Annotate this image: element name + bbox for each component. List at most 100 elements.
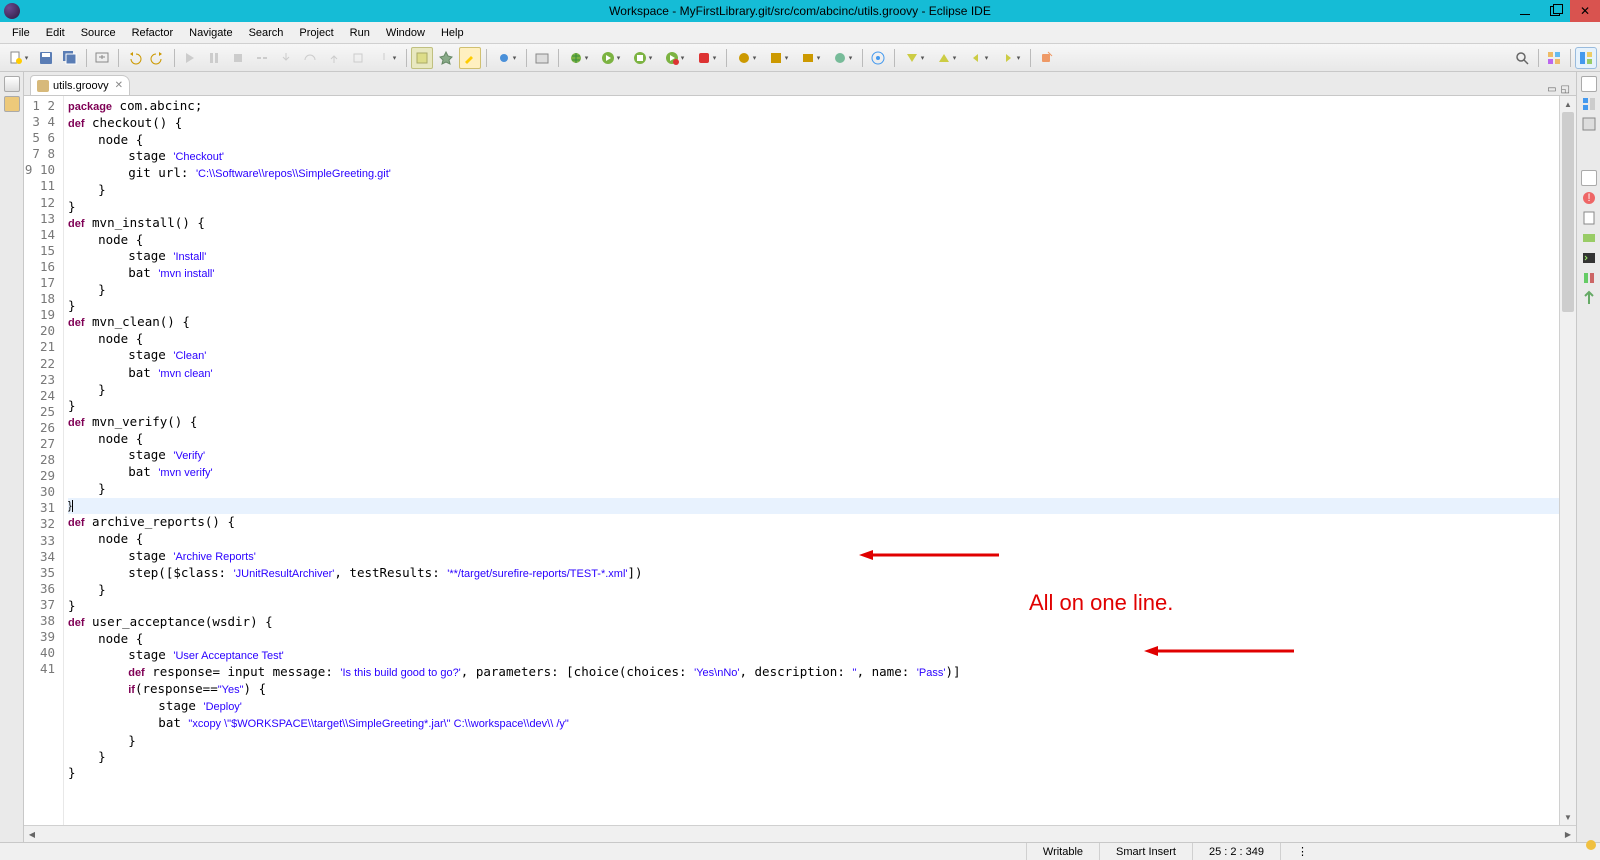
resume-icon[interactable] [179,47,201,69]
task-list-icon[interactable] [1581,116,1597,132]
undo-button[interactable] [123,47,145,69]
breakpoint-icon[interactable] [491,47,521,69]
coverage-view-icon[interactable] [1581,270,1597,286]
toolbar-separator [1027,47,1033,69]
new-java-button2[interactable] [763,47,793,69]
window-buttons [1510,0,1600,22]
nav-back-button[interactable] [963,47,993,69]
step-return-icon[interactable] [323,47,345,69]
menu-help[interactable]: Help [433,25,472,41]
save-all-button[interactable] [59,47,81,69]
minimize-button[interactable] [1510,0,1540,22]
eclipse-icon [4,3,20,19]
highlight-icon[interactable] [459,47,481,69]
toolbar-separator [171,47,177,69]
hscroll-track[interactable] [40,826,1560,842]
coverage-button[interactable] [627,47,657,69]
close-tab-icon[interactable]: ✕ [115,80,123,91]
toolbar-separator [403,47,409,69]
menu-file[interactable]: File [4,25,38,41]
step-filters-icon[interactable] [371,47,401,69]
scroll-left-arrow[interactable]: ◀ [24,830,40,839]
pause-icon[interactable] [203,47,225,69]
new-java-button1[interactable] [731,47,761,69]
editor-tab-label: utils.groovy [53,80,109,92]
step-into-icon[interactable] [275,47,297,69]
declaration-view-icon[interactable] [1581,230,1597,246]
restore-right-icon2[interactable] [1581,170,1597,186]
menu-refactor[interactable]: Refactor [124,25,182,41]
search-button-tb[interactable] [899,47,929,69]
menu-edit[interactable]: Edit [38,25,73,41]
code-content[interactable]: package com.abcinc; def checkout() { nod… [64,96,1559,825]
menu-run[interactable]: Run [342,25,378,41]
new-button[interactable] [3,47,33,69]
redo-button[interactable] [147,47,169,69]
status-cursor-position: 25 : 2 : 349 [1192,843,1280,860]
groovy-file-icon [37,80,49,92]
build-icon[interactable] [411,47,433,69]
outline-view-icon[interactable] [1581,96,1597,112]
menu-bar: File Edit Source Refactor Navigate Searc… [0,22,1600,44]
maximize-editor-icon[interactable]: ◱ [1561,84,1570,95]
right-trim: ! [1576,72,1600,842]
java-perspective-button[interactable] [1575,47,1597,69]
menu-search[interactable]: Search [241,25,292,41]
scroll-down-arrow[interactable]: ▼ [1560,809,1576,825]
run-button[interactable] [595,47,625,69]
toolbar-separator [723,47,729,69]
open-type-button[interactable] [867,47,889,69]
menu-navigate[interactable]: Navigate [181,25,240,41]
toolbar-separator [1567,47,1573,69]
code-editor[interactable]: 1 2 3 4 5 6 7 8 9 10 11 12 13 14 15 16 1… [24,96,1576,825]
switch-editor-button[interactable] [91,47,113,69]
title-bar: Workspace - MyFirstLibrary.git/src/com/a… [0,0,1600,22]
console-view-icon[interactable] [1581,250,1597,266]
scroll-up-arrow[interactable]: ▲ [1560,96,1576,112]
vertical-scrollbar[interactable]: ▲ ▼ [1559,96,1576,825]
toolbar-separator [859,47,865,69]
editor-area: utils.groovy ✕ ▭ ◱ 1 2 3 4 5 6 7 8 9 10 … [24,72,1576,842]
status-grip: ⋮ [1280,843,1320,860]
nav-fwd-button[interactable] [995,47,1025,69]
window-title: Workspace - MyFirstLibrary.git/src/com/a… [609,4,991,18]
new-java-button4[interactable] [827,47,857,69]
new-java-button3[interactable] [795,47,825,69]
open-perspective-button[interactable] [1543,47,1565,69]
overview-indicator-icon[interactable] [1586,840,1596,850]
horizontal-scrollbar[interactable]: ◀ ▶ [24,825,1576,842]
javadoc-view-icon[interactable] [1581,210,1597,226]
minimize-editor-icon[interactable]: ▭ [1547,84,1556,95]
toolbar-separator [115,47,121,69]
debug-button[interactable] [563,47,593,69]
disconnect-icon[interactable] [251,47,273,69]
menu-window[interactable]: Window [378,25,433,41]
pin-icon[interactable] [435,47,457,69]
maximize-button[interactable] [1540,0,1570,22]
save-button[interactable] [35,47,57,69]
package-explorer-icon[interactable] [4,96,20,112]
git-view-icon[interactable] [1581,290,1597,306]
problems-view-icon[interactable]: ! [1581,190,1597,206]
drop-frame-icon[interactable] [347,47,369,69]
annotation-button[interactable] [931,47,961,69]
restore-right-icon[interactable] [1581,76,1597,92]
scroll-right-arrow[interactable]: ▶ [1560,830,1576,839]
restore-view-icon[interactable] [4,76,20,92]
scrollbar-thumb[interactable] [1562,112,1574,312]
stop-icon[interactable] [227,47,249,69]
editor-tab-utils[interactable]: utils.groovy ✕ [30,75,130,95]
run-last-button[interactable] [659,47,689,69]
search-icon[interactable] [1511,47,1533,69]
svg-text:!: ! [1587,192,1590,204]
new-project-icon[interactable] [531,47,553,69]
close-button[interactable] [1570,0,1600,22]
status-writable: Writable [1026,843,1099,860]
toolbar-separator [1535,47,1541,69]
editor-tab-bar: utils.groovy ✕ ▭ ◱ [24,72,1576,96]
step-over-icon[interactable] [299,47,321,69]
pin-editor-button[interactable] [1035,47,1057,69]
menu-project[interactable]: Project [291,25,341,41]
external-tools-button[interactable] [691,47,721,69]
menu-source[interactable]: Source [73,25,124,41]
